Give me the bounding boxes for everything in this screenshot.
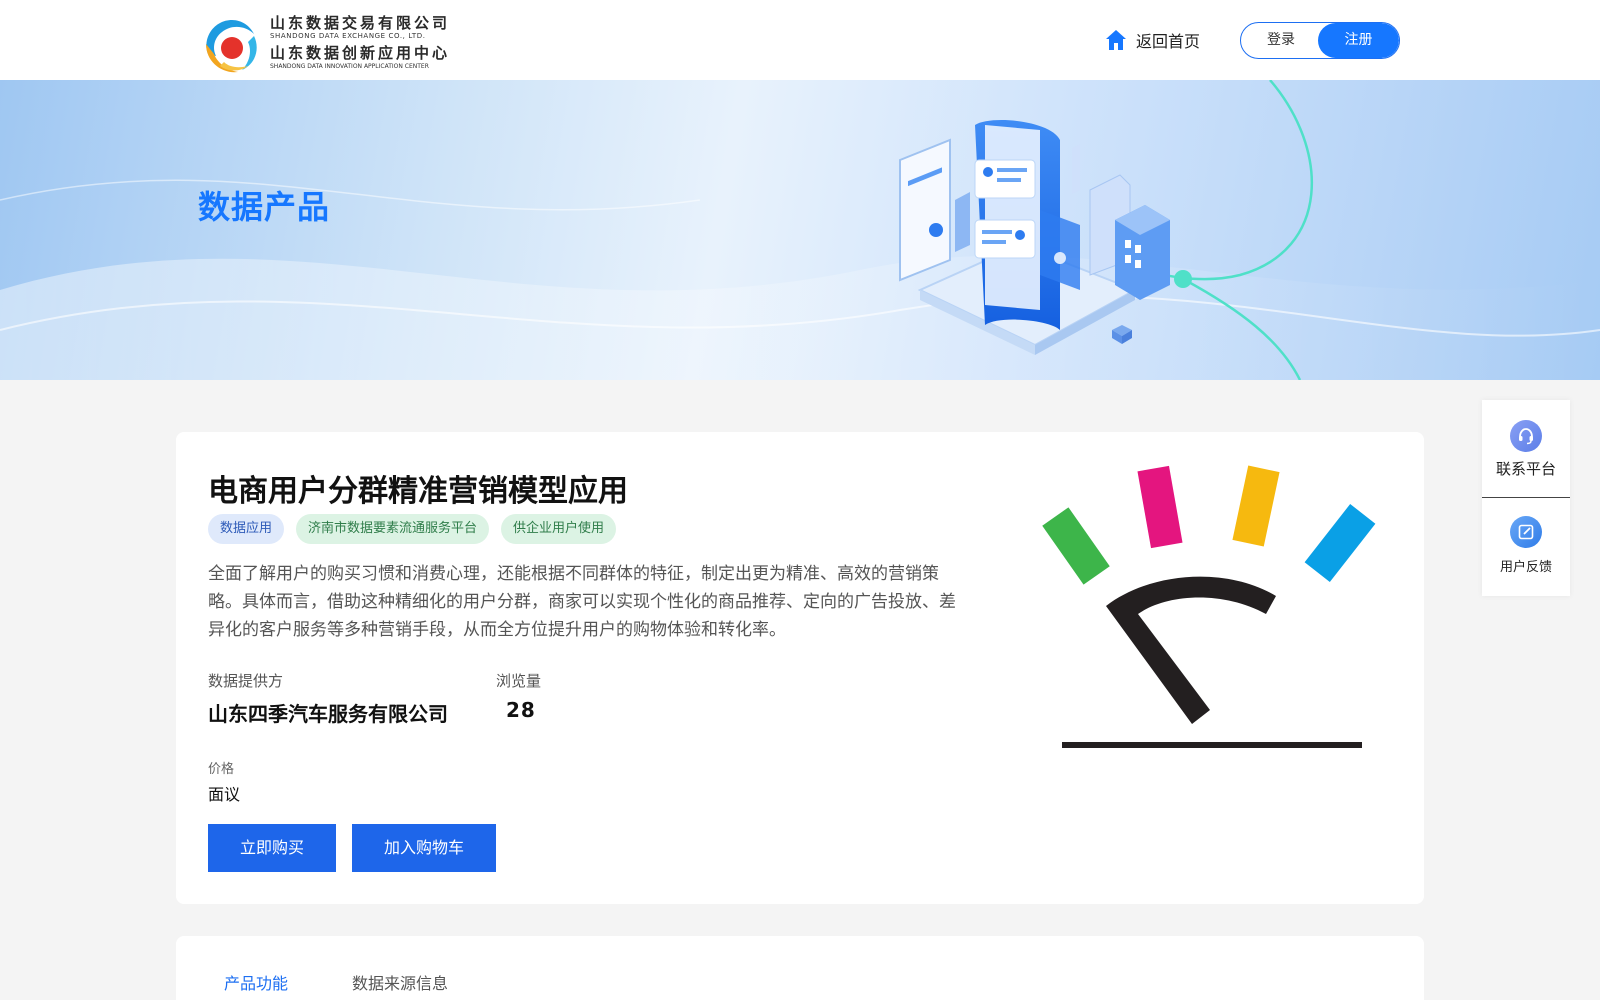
edit-icon [1510, 516, 1542, 548]
add-to-cart-button[interactable]: 加入购物车 [352, 824, 496, 872]
logo-line1-cn: 山东数据交易有限公司 [270, 14, 451, 32]
tab-product-features[interactable]: 产品功能 [224, 970, 288, 994]
user-feedback-label: 用户反馈 [1499, 560, 1552, 575]
contact-platform-button[interactable]: 联系平台 [1482, 420, 1570, 479]
logo-line2-en: SHANDONG DATA INNOVATION APPLICATION CEN… [270, 63, 429, 70]
home-link[interactable]: 返回首页 [1104, 26, 1200, 54]
tag-audience: 供企业用户使用 [501, 514, 617, 544]
banner-illustration [0, 80, 1600, 380]
product-card: 电商用户分群精准营销模型应用 数据应用 济南市数据要素流通服务平台 供企业用户使… [176, 432, 1424, 904]
price-value: 面议 [208, 785, 241, 804]
logo-line1-en: SHANDONG DATA EXCHANGE CO., LTD. [270, 32, 426, 40]
side-divider [1482, 497, 1570, 498]
product-tags: 数据应用 济南市数据要素流通服务平台 供企业用户使用 [208, 514, 617, 544]
headset-icon [1510, 420, 1542, 452]
top-header: 山东数据交易有限公司 SHANDONG DATA EXCHANGE CO., L… [0, 0, 1600, 80]
tab-data-source[interactable]: 数据来源信息 [352, 970, 448, 994]
product-title: 电商用户分群精准营销模型应用 [208, 474, 628, 509]
tag-category: 数据应用 [208, 514, 285, 544]
views-value: 28 [506, 698, 536, 722]
contact-platform-label: 联系平台 [1495, 460, 1556, 478]
seasons-logo-icon [1040, 460, 1384, 748]
register-button[interactable]: 注册 [1318, 23, 1399, 58]
logo-text: 山东数据交易有限公司 SHANDONG DATA EXCHANGE CO., L… [270, 14, 450, 71]
banner-title: 数据产品 [198, 188, 331, 226]
page-banner: 数据产品 [0, 80, 1600, 380]
auth-buttons: 登录 注册 [1240, 22, 1400, 59]
detail-tabs-card: 产品功能 数据来源信息 [176, 936, 1424, 1000]
views-label: 浏览量 [496, 672, 542, 690]
home-link-label: 返回首页 [1136, 32, 1201, 51]
tag-platform: 济南市数据要素流通服务平台 [296, 514, 490, 544]
buy-now-button[interactable]: 立即购买 [208, 824, 336, 872]
logo-mark-icon [206, 20, 257, 73]
home-icon [1106, 30, 1126, 50]
provider-value: 山东四季汽车服务有限公司 [208, 702, 448, 726]
provider-label: 数据提供方 [208, 672, 284, 690]
side-float-panel: 联系平台 用户反馈 [1482, 400, 1570, 596]
price-label: 价格 [208, 762, 235, 777]
user-feedback-button[interactable]: 用户反馈 [1482, 516, 1570, 575]
product-description: 全面了解用户的购买习惯和消费心理，还能根据不同群体的特征，制定出更为精准、高效的… [208, 564, 956, 640]
product-image [1040, 460, 1384, 748]
company-logo[interactable]: 山东数据交易有限公司 SHANDONG DATA EXCHANGE CO., L… [198, 12, 458, 76]
login-button[interactable]: 登录 [1241, 23, 1321, 58]
logo-line2-cn: 山东数据创新应用中心 [270, 44, 451, 62]
